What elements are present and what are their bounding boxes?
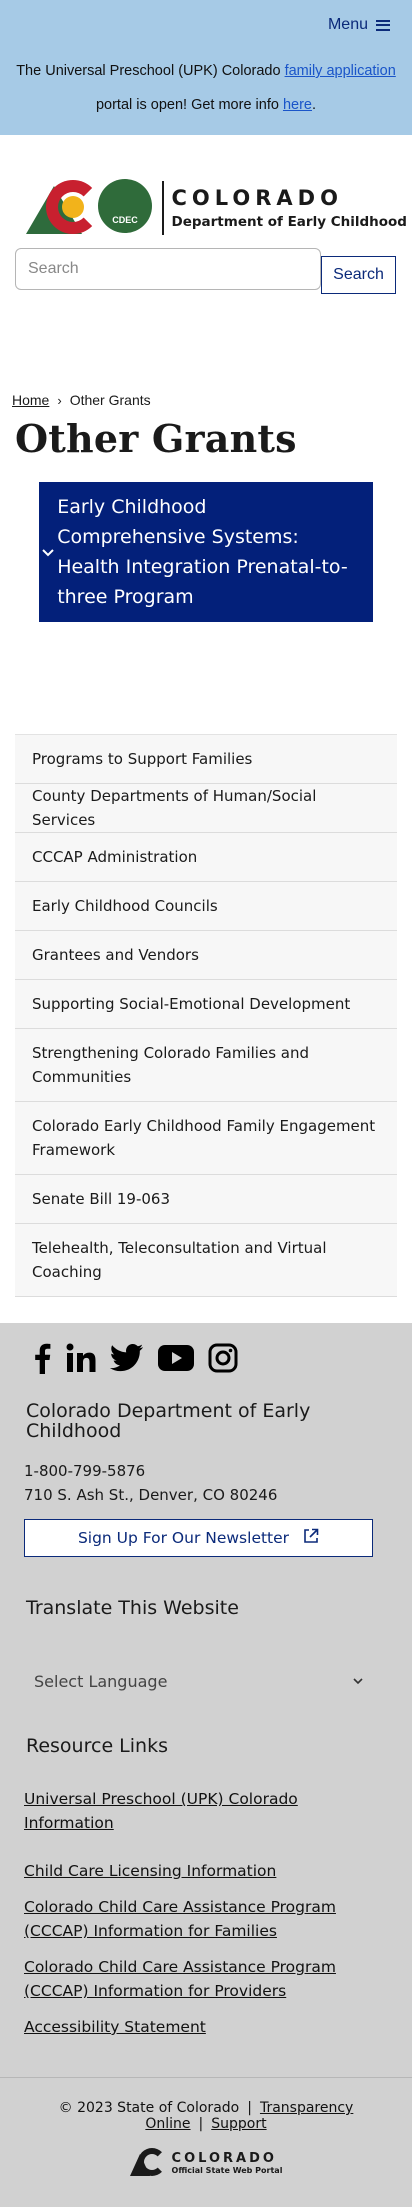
resource-links-heading: Resource Links [26, 1735, 168, 1757]
breadcrumb-separator: › [57, 393, 62, 408]
linkedin-icon[interactable] [66, 1343, 96, 1373]
alert-text-3: . [312, 97, 317, 113]
related-link[interactable]: Colorado Early Childhood Family Engageme… [15, 1102, 397, 1175]
related-link[interactable]: Early Childhood Councils [15, 882, 397, 931]
hamburger-icon [376, 19, 390, 31]
resource-link[interactable]: Colorado Child Care Assistance Program (… [24, 1895, 382, 1943]
logo-text: COLORADO Department of Early Childhood [172, 186, 407, 230]
breadcrumb-home-link[interactable]: Home [12, 392, 49, 408]
social-links [0, 1333, 412, 1383]
menu-button[interactable]: Menu [328, 16, 390, 34]
footer-org-name: Colorado Department of Early Childhood [26, 1400, 311, 1442]
alert-text-2: portal is open! Get more info [95, 97, 283, 113]
related-link[interactable]: Telehealth, Teleconsultation and Virtual… [15, 1224, 397, 1297]
support-link[interactable]: Support [211, 2116, 266, 2132]
breadcrumb-current: Other Grants [69, 392, 151, 408]
search-bar: Search [0, 240, 412, 350]
portal-title: COLORADO [171, 2151, 277, 2166]
bottom-bar: © 2023 State of Colorado | Transparency On… [0, 2077, 412, 2207]
accordion-ecc-systems[interactable]: Early Childhood Comprehensive Systems: H… [39, 482, 373, 622]
accordion-label: Early Childhood Comprehensive Systems: H… [57, 496, 348, 608]
resource-link[interactable]: Universal Preschool (UPK) Colorado Infor… [24, 1787, 382, 1835]
related-link[interactable]: Senate Bill 19-063 [15, 1175, 397, 1224]
here-link[interactable]: here [283, 97, 312, 113]
resource-link[interactable]: Accessibility Statement [24, 2015, 382, 2039]
newsletter-button[interactable]: Sign Up For Our Newsletter [24, 1519, 373, 1557]
footer-contact: 1-800-799-5876 710 S. Ash St., Denver, C… [0, 1441, 412, 1507]
language-select[interactable]: Select Language [24, 1657, 374, 1705]
resource-link[interactable]: Colorado Child Care Assistance Program (… [24, 1955, 382, 2003]
newsletter-label: Sign Up For Our Newsletter [77, 1529, 290, 1547]
alert-text-1: The Universal Preschool (UPK) Colorado [16, 63, 285, 79]
chevron-down-icon [39, 545, 57, 559]
twitter-icon[interactable] [110, 1344, 144, 1372]
related-link[interactable]: Supporting Social-Emotional Development [15, 980, 397, 1029]
related-link[interactable]: County Departments of Human/Social Servi… [15, 784, 397, 833]
menu-label: Menu [327, 16, 368, 33]
logo-title: COLORADO [171, 186, 343, 210]
portal-text: COLORADO Official State Web Portal [172, 2151, 283, 2175]
facebook-icon[interactable] [32, 1342, 52, 1374]
copyright: © 2023 State of Colorado [58, 2100, 240, 2116]
search-button[interactable]: Search [321, 256, 396, 294]
site-footer: Colorado Department of Early Childhood 1… [0, 1323, 412, 2207]
related-link[interactable]: Programs to Support Families [15, 735, 397, 784]
logo-divider [162, 181, 164, 235]
chevron-down-icon [352, 1672, 364, 1691]
instagram-icon[interactable] [208, 1343, 238, 1373]
footer-phone[interactable]: 1-800-799-5876 [24, 1459, 388, 1483]
family-application-link[interactable]: family application [285, 63, 396, 79]
footer-address: 710 S. Ash St., Denver, CO 80246 [24, 1486, 278, 1504]
alert-banner: Menu The Universal Preschool (UPK) Color… [0, 0, 412, 135]
bottom-line: © 2023 State of Colorado | Transparency On… [58, 2100, 354, 2132]
site-logo[interactable]: CDEC COLORADO Department of Early Childh… [24, 176, 407, 240]
portal-subtitle: Official State Web Portal [171, 2166, 283, 2175]
related-links-list: Programs to Support Families County Depa… [15, 734, 397, 1297]
related-link[interactable]: CCCAP Administration [15, 833, 397, 882]
logo-subtitle: Department of Early Childhood [171, 214, 407, 230]
related-link[interactable]: Grantees and Vendors [15, 931, 397, 980]
youtube-icon[interactable] [158, 1345, 194, 1371]
colorado-logo-icon [129, 2148, 166, 2178]
alert-message: The Universal Preschool (UPK) Colorado f… [0, 54, 412, 122]
resource-links: Universal Preschool (UPK) Colorado Infor… [0, 1787, 412, 2039]
translate-heading: Translate This Website [26, 1597, 239, 1619]
search-input[interactable] [15, 248, 321, 290]
site-header: CDEC COLORADO Department of Early Childh… [0, 135, 412, 240]
language-select-value: Select Language [34, 1671, 168, 1691]
cdec-badge: CDEC [98, 179, 152, 233]
logo-mark-icon: CDEC [24, 176, 154, 240]
state-portal-logo[interactable]: COLORADO Official State Web Portal [0, 2148, 412, 2178]
resource-link[interactable]: Child Care Licensing Information [24, 1859, 382, 1883]
page-title: Other Grants [15, 416, 297, 461]
external-link-icon [303, 1528, 319, 1548]
related-link[interactable]: Strengthening Colorado Families and Comm… [15, 1029, 397, 1102]
